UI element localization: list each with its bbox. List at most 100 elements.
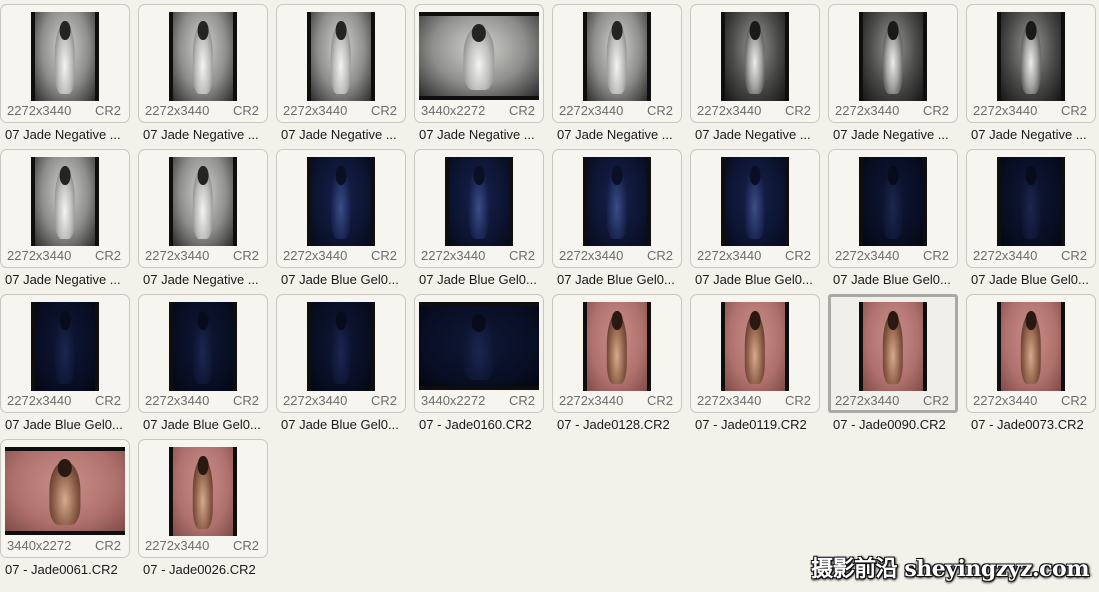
thumbnail-card[interactable]: 2272x3440 CR2: [690, 294, 820, 413]
file-tile[interactable]: 2272x3440 CR2 07 Jade Blue Gel0...: [276, 149, 414, 294]
file-tile[interactable]: 2272x3440 CR2 07 Jade Blue Gel0...: [828, 149, 966, 294]
file-tile[interactable]: 2272x3440 CR2 07 - Jade0119.CR2: [690, 294, 828, 439]
file-name[interactable]: 07 Jade Negative ...: [833, 126, 961, 144]
file-tile[interactable]: 2272x3440 CR2 07 Jade Blue Gel0...: [966, 149, 1099, 294]
file-name[interactable]: 07 Jade Blue Gel0...: [833, 271, 961, 289]
photo-thumbnail[interactable]: [721, 12, 789, 101]
thumbnail-card[interactable]: 2272x3440 CR2: [276, 294, 406, 413]
photo-thumbnail[interactable]: [307, 157, 375, 246]
photo-thumbnail[interactable]: [859, 302, 927, 391]
file-name[interactable]: 07 Jade Blue Gel0...: [143, 416, 271, 434]
file-tile[interactable]: 3440x2272 CR2 07 Jade Negative ...: [414, 4, 552, 149]
photo-thumbnail[interactable]: [859, 157, 927, 246]
file-name[interactable]: 07 - Jade0128.CR2: [557, 416, 685, 434]
photo-thumbnail[interactable]: [307, 12, 375, 101]
file-name[interactable]: 07 Jade Negative ...: [695, 126, 823, 144]
thumbnail-card[interactable]: 2272x3440 CR2: [828, 149, 958, 268]
photo-thumbnail[interactable]: [583, 302, 651, 391]
file-name[interactable]: 07 - Jade0073.CR2: [971, 416, 1099, 434]
file-tile[interactable]: 2272x3440 CR2 07 - Jade0128.CR2: [552, 294, 690, 439]
photo-thumbnail[interactable]: [445, 157, 513, 246]
photo-thumbnail[interactable]: [859, 12, 927, 101]
thumbnail-card[interactable]: 3440x2272 CR2: [414, 4, 544, 123]
photo-thumbnail[interactable]: [169, 447, 237, 536]
thumbnail-card[interactable]: 2272x3440 CR2: [552, 149, 682, 268]
thumbnail-card[interactable]: 2272x3440 CR2: [0, 4, 130, 123]
file-tile[interactable]: 2272x3440 CR2 07 Jade Blue Gel0...: [0, 294, 138, 439]
photo-thumbnail[interactable]: [419, 12, 539, 100]
photo-thumbnail[interactable]: [31, 157, 99, 246]
file-tile[interactable]: 2272x3440 CR2 07 Jade Negative ...: [966, 4, 1099, 149]
thumbnail-card[interactable]: 2272x3440 CR2: [828, 4, 958, 123]
photo-thumbnail[interactable]: [419, 302, 539, 390]
file-tile[interactable]: 2272x3440 CR2 07 Jade Blue Gel0...: [414, 149, 552, 294]
file-tile[interactable]: 2272x3440 CR2 07 Jade Negative ...: [0, 149, 138, 294]
file-tile[interactable]: 2272x3440 CR2 07 Jade Negative ...: [552, 4, 690, 149]
file-name[interactable]: 07 Jade Negative ...: [5, 126, 133, 144]
file-tile[interactable]: 2272x3440 CR2 07 Jade Blue Gel0...: [138, 294, 276, 439]
file-tile[interactable]: 3440x2272 CR2 07 - Jade0061.CR2: [0, 439, 138, 584]
photo-thumbnail[interactable]: [31, 12, 99, 101]
photo-thumbnail[interactable]: [5, 447, 125, 535]
file-tile[interactable]: 2272x3440 CR2 07 - Jade0090.CR2: [828, 294, 966, 439]
file-name[interactable]: 07 - Jade0160.CR2: [419, 416, 547, 434]
thumbnail-card[interactable]: 2272x3440 CR2: [276, 149, 406, 268]
file-name[interactable]: 07 Jade Negative ...: [5, 271, 133, 289]
thumbnail-card[interactable]: 2272x3440 CR2: [138, 149, 268, 268]
thumbnail-card[interactable]: 2272x3440 CR2: [138, 4, 268, 123]
photo-thumbnail[interactable]: [307, 302, 375, 391]
file-name[interactable]: 07 Jade Blue Gel0...: [695, 271, 823, 289]
file-tile[interactable]: 2272x3440 CR2 07 Jade Negative ...: [828, 4, 966, 149]
thumbnail-card[interactable]: 2272x3440 CR2: [138, 439, 268, 558]
file-tile[interactable]: 2272x3440 CR2 07 Jade Blue Gel0...: [552, 149, 690, 294]
file-tile[interactable]: 2272x3440 CR2 07 Jade Negative ...: [0, 4, 138, 149]
thumbnail-card[interactable]: 2272x3440 CR2: [0, 149, 130, 268]
file-name[interactable]: 07 Jade Negative ...: [143, 271, 271, 289]
file-name[interactable]: 07 Jade Blue Gel0...: [971, 271, 1099, 289]
thumbnail-card[interactable]: 2272x3440 CR2: [690, 149, 820, 268]
photo-thumbnail[interactable]: [169, 12, 237, 101]
file-name[interactable]: 07 Jade Negative ...: [971, 126, 1099, 144]
thumbnail-card[interactable]: 2272x3440 CR2: [138, 294, 268, 413]
file-tile[interactable]: 2272x3440 CR2 07 - Jade0026.CR2: [138, 439, 276, 584]
file-name[interactable]: 07 Jade Negative ...: [143, 126, 271, 144]
photo-thumbnail[interactable]: [721, 157, 789, 246]
thumbnail-card[interactable]: 2272x3440 CR2: [552, 4, 682, 123]
thumbnail-card[interactable]: 2272x3440 CR2: [966, 294, 1096, 413]
file-tile[interactable]: 2272x3440 CR2 07 - Jade0073.CR2: [966, 294, 1099, 439]
file-name[interactable]: 07 - Jade0090.CR2: [833, 416, 961, 434]
file-name[interactable]: 07 Jade Negative ...: [557, 126, 685, 144]
photo-thumbnail[interactable]: [169, 302, 237, 391]
file-tile[interactable]: 3440x2272 CR2 07 - Jade0160.CR2: [414, 294, 552, 439]
photo-thumbnail[interactable]: [583, 12, 651, 101]
thumbnail-card[interactable]: 2272x3440 CR2: [966, 4, 1096, 123]
file-tile[interactable]: 2272x3440 CR2 07 Jade Negative ...: [138, 149, 276, 294]
thumbnail-card[interactable]: 2272x3440 CR2: [276, 4, 406, 123]
file-tile[interactable]: 2272x3440 CR2 07 Jade Negative ...: [276, 4, 414, 149]
file-tile[interactable]: 2272x3440 CR2 07 Jade Blue Gel0...: [276, 294, 414, 439]
file-name[interactable]: 07 Jade Blue Gel0...: [419, 271, 547, 289]
file-name[interactable]: 07 Jade Blue Gel0...: [557, 271, 685, 289]
photo-thumbnail[interactable]: [583, 157, 651, 246]
thumbnail-card[interactable]: 2272x3440 CR2: [0, 294, 130, 413]
photo-thumbnail[interactable]: [997, 157, 1065, 246]
photo-thumbnail[interactable]: [997, 302, 1065, 391]
file-name[interactable]: 07 Jade Negative ...: [281, 126, 409, 144]
thumbnail-card[interactable]: 2272x3440 CR2: [828, 294, 958, 413]
file-name[interactable]: 07 - Jade0026.CR2: [143, 561, 271, 579]
file-name[interactable]: 07 - Jade0119.CR2: [695, 416, 823, 434]
thumbnail-card[interactable]: 3440x2272 CR2: [0, 439, 130, 558]
thumbnail-card[interactable]: 3440x2272 CR2: [414, 294, 544, 413]
photo-thumbnail[interactable]: [31, 302, 99, 391]
photo-thumbnail[interactable]: [721, 302, 789, 391]
file-tile[interactable]: 2272x3440 CR2 07 Jade Negative ...: [138, 4, 276, 149]
file-name[interactable]: 07 Jade Negative ...: [419, 126, 547, 144]
thumbnail-card[interactable]: 2272x3440 CR2: [552, 294, 682, 413]
file-name[interactable]: 07 Jade Blue Gel0...: [281, 416, 409, 434]
file-name[interactable]: 07 Jade Blue Gel0...: [281, 271, 409, 289]
photo-thumbnail[interactable]: [997, 12, 1065, 101]
thumbnail-card[interactable]: 2272x3440 CR2: [690, 4, 820, 123]
thumbnail-card[interactable]: 2272x3440 CR2: [966, 149, 1096, 268]
file-name[interactable]: 07 - Jade0061.CR2: [5, 561, 133, 579]
file-tile[interactable]: 2272x3440 CR2 07 Jade Blue Gel0...: [690, 149, 828, 294]
